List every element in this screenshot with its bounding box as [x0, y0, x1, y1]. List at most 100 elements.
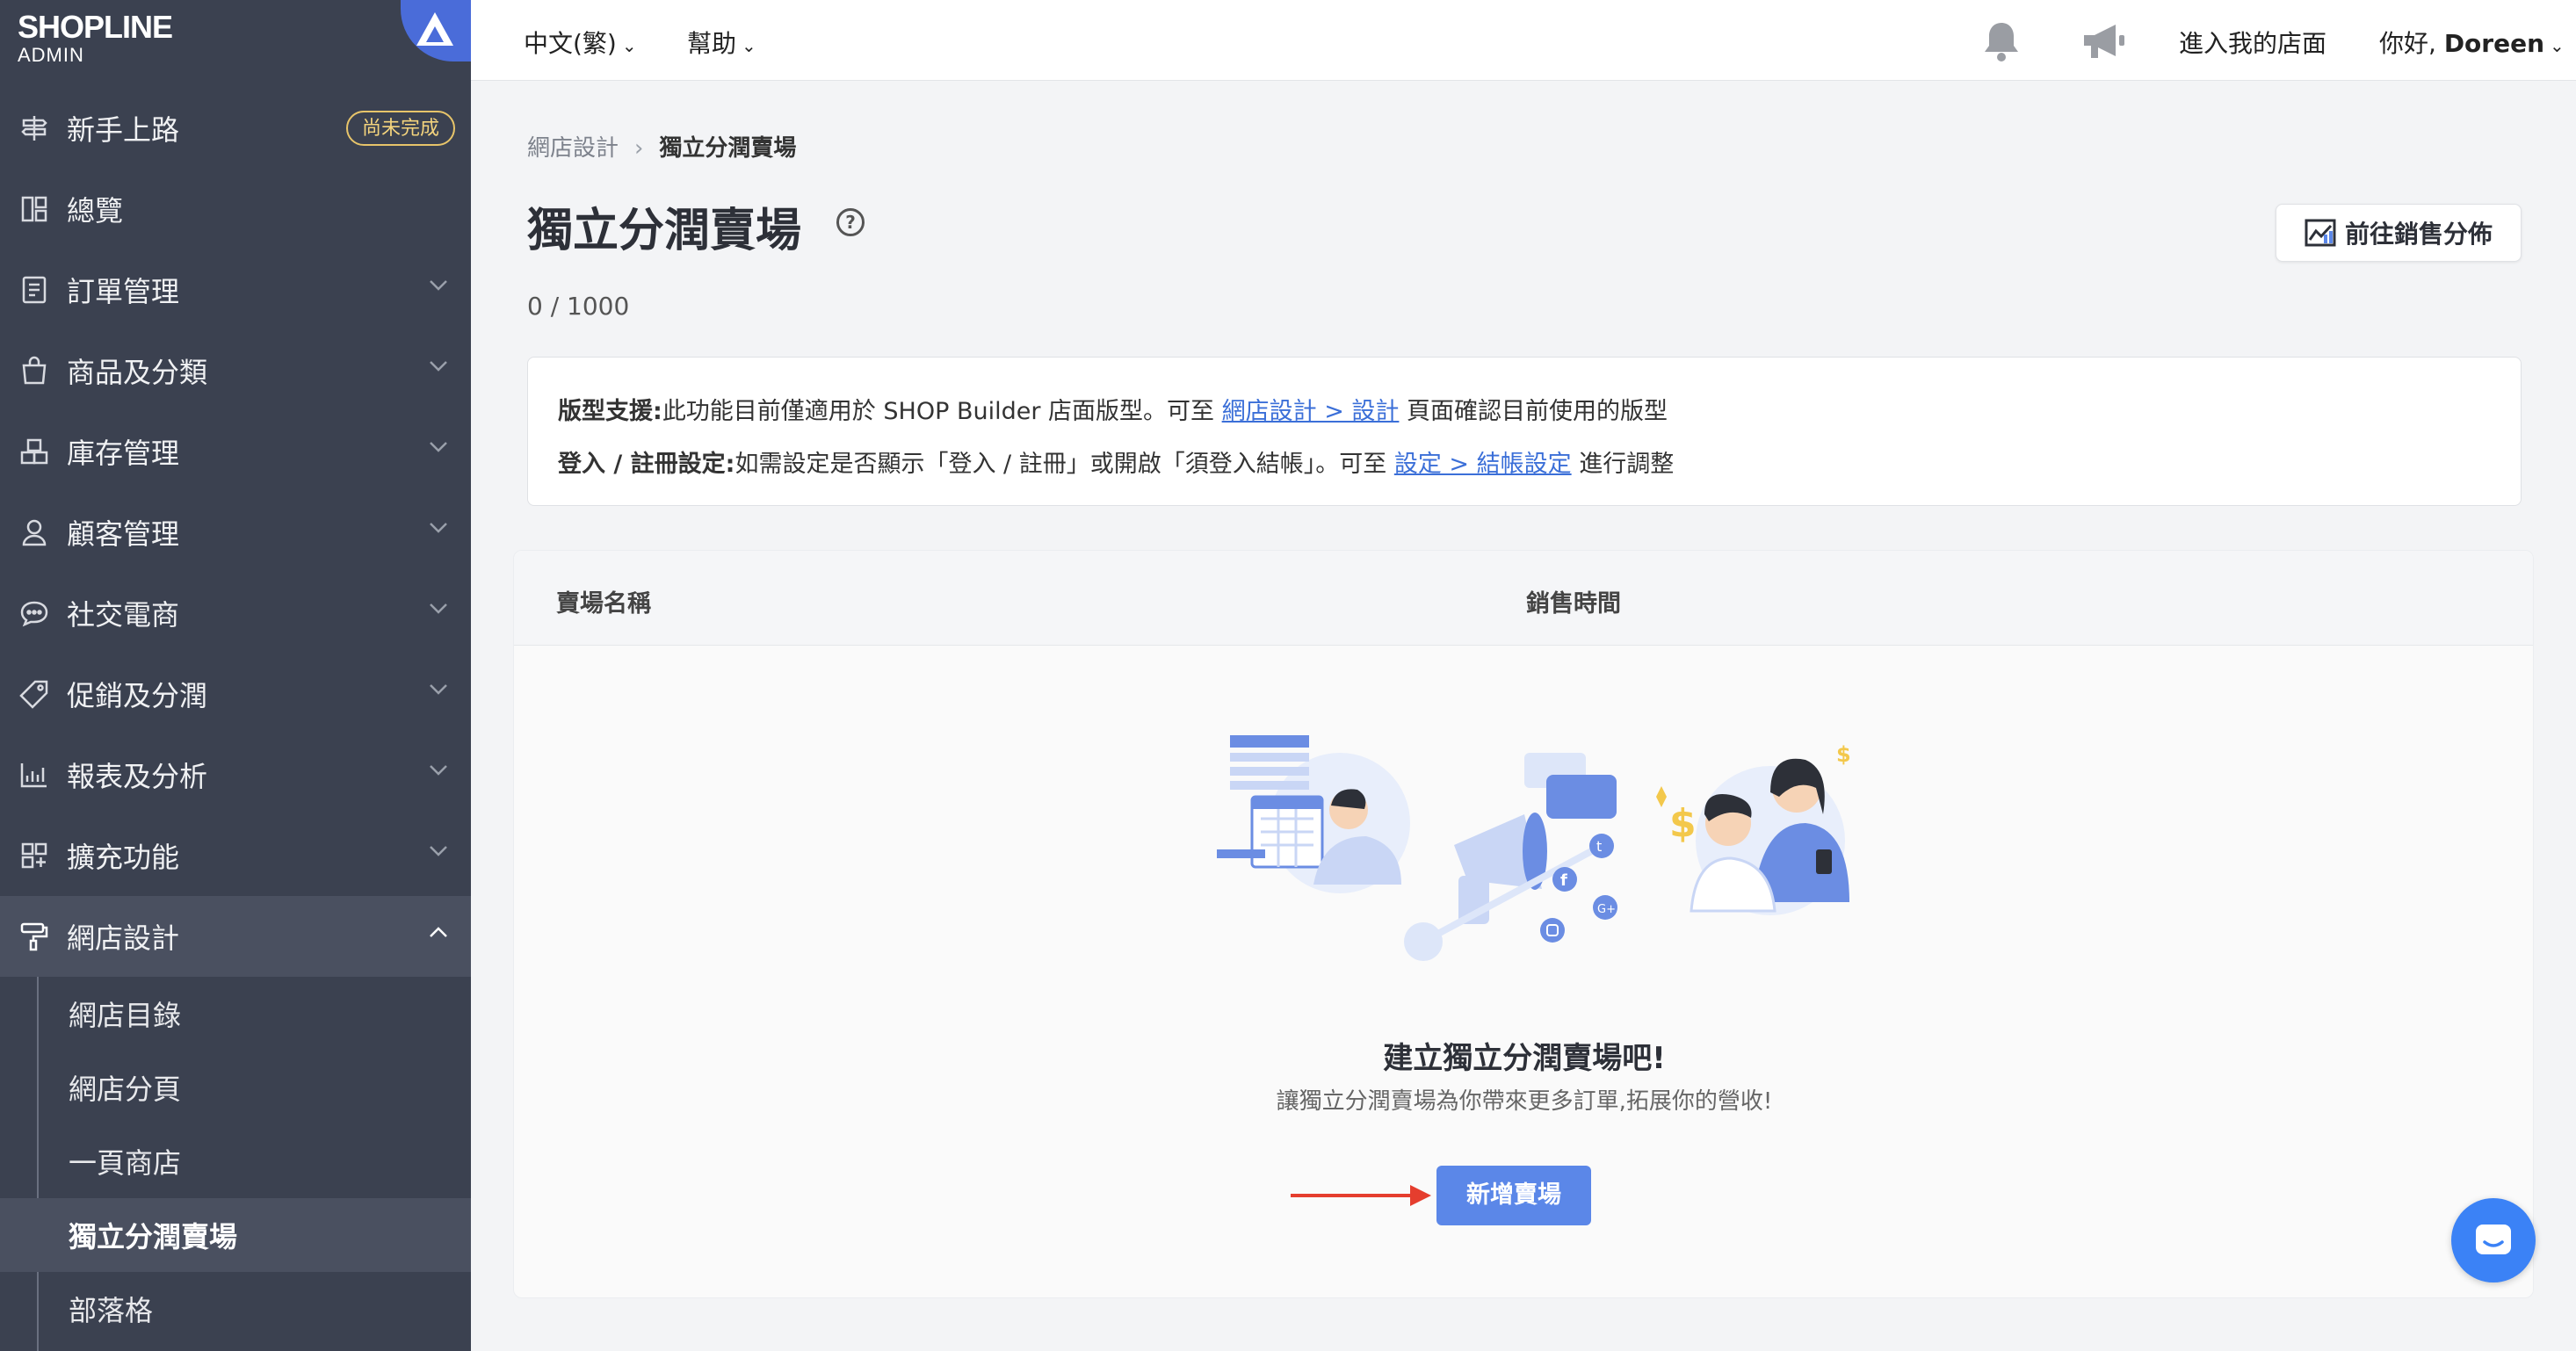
megaphone-icon[interactable] [2079, 19, 2128, 67]
red-arrow-annotation [1291, 1185, 1431, 1206]
sidebar-item-getting-started[interactable]: 新手上路 尚未完成 [0, 88, 471, 169]
chat-bubble-icon [18, 596, 51, 630]
help-circle-icon[interactable]: ? [836, 208, 865, 236]
page-title: 獨立分潤賣場 [527, 205, 802, 257]
live-chat-button[interactable] [2451, 1198, 2536, 1282]
chevron-down-icon [430, 361, 447, 372]
apps-icon [18, 839, 51, 872]
sidebar-item-label: 商品及分類 [67, 356, 208, 389]
sidebar-subitem-one-page-store[interactable]: 一頁商店 [0, 1124, 471, 1198]
breadcrumb: 網店設計 › 獨立分潤賣場 [527, 130, 796, 163]
sidebar-submenu: 網店目錄 網店分頁 一頁商店 獨立分潤賣場 部落格 [0, 977, 471, 1351]
dashboard-icon [18, 192, 51, 226]
empty-state-subtitle: 讓獨立分潤賣場為你帶來更多訂單,拓展你的營收! [1276, 1088, 1773, 1115]
design-settings-link[interactable]: 網店設計 > 設計 [1222, 398, 1400, 425]
sidebar-item-reports[interactable]: 報表及分析 [0, 734, 471, 815]
main-content: 網店設計 › 獨立分潤賣場 獨立分潤賣場 ? 0 / 1000 前往銷售分佈 版型支… [471, 81, 2576, 1351]
chevron-down-icon [430, 765, 447, 776]
sidebar-item-customers[interactable]: 顧客管理 [0, 492, 471, 573]
svg-text:$: $ [1669, 801, 1697, 846]
sidebar-item-social-commerce[interactable]: 社交電商 [0, 573, 471, 654]
help-dropdown[interactable]: 幫助 ⌄ [687, 25, 756, 60]
campaign-counter: 0 / 1000 [527, 292, 630, 321]
language-label: 中文(繁) [524, 29, 617, 58]
table-header: 賣場名稱 銷售時間 [514, 551, 2533, 646]
sidebar-subitem-store-catalog[interactable]: 網店目錄 [0, 977, 471, 1051]
sidebar-item-label: 促銷及分潤 [67, 679, 208, 712]
mountain-logo-icon [416, 12, 453, 46]
enter-store-link[interactable]: 進入我的店面 [2179, 25, 2326, 60]
sidebar-nav: 新手上路 尚未完成 總覽 訂單管理 商品及分類 庫存管理 顧客管理 社交電商 促… [0, 88, 471, 1351]
chevron-right-icon: › [634, 135, 644, 162]
sidebar-item-store-design[interactable]: 網店設計 [0, 896, 471, 977]
logo-text: SHOPLINE [18, 9, 173, 45]
column-header-name[interactable]: 賣場名稱 [556, 584, 651, 618]
campaign-table: 賣場名稱 銷售時間 t f G+ $ $ 建立獨立分潤賣場吧! 讓獨立分潤賣場為… [513, 550, 2534, 1298]
collapse-sidebar-button[interactable] [401, 0, 471, 61]
top-bar: 中文(繁) ⌄ 幫助 ⌄ 進入我的店面 你好, Doreen ⌄ [471, 0, 2576, 81]
sidebar-item-label: 新手上路 [67, 113, 180, 147]
sidebar-item-inventory[interactable]: 庫存管理 [0, 411, 471, 492]
language-dropdown[interactable]: 中文(繁) ⌄ [524, 25, 637, 60]
chat-icon [2476, 1225, 2511, 1254]
svg-text:f: f [1560, 871, 1567, 890]
chevron-down-icon: ⌄ [2550, 35, 2565, 56]
chevron-down-icon [430, 280, 447, 291]
sidebar-item-orders[interactable]: 訂單管理 [0, 249, 471, 330]
info-text: 如需設定是否顯示「登入 / 註冊」或開啟「須登入結帳」。可至 [734, 451, 1387, 478]
order-icon [18, 273, 51, 307]
chevron-down-icon [430, 442, 447, 452]
customer-icon [18, 516, 51, 549]
chart-icon [18, 758, 51, 791]
sidebar-item-products[interactable]: 商品及分類 [0, 330, 471, 411]
chevron-down-icon: ⌄ [742, 35, 756, 56]
breadcrumb-current: 獨立分潤賣場 [659, 135, 797, 162]
svg-text:t: t [1596, 838, 1602, 855]
sidebar-item-overview[interactable]: 總覽 [0, 169, 471, 249]
help-label: 幫助 [687, 29, 737, 58]
sidebar: SHOPLINE ADMIN 新手上路 尚未完成 總覽 訂單管理 商品及分類 庫… [0, 0, 471, 1351]
sidebar-item-label: 網店設計 [67, 921, 180, 955]
user-menu[interactable]: 你好, Doreen ⌄ [2379, 25, 2565, 60]
breadcrumb-parent[interactable]: 網店設計 [527, 135, 619, 162]
chevron-up-icon [430, 927, 447, 937]
sidebar-item-label: 擴充功能 [67, 841, 180, 874]
sales-distribution-button[interactable]: 前往銷售分佈 [2276, 204, 2522, 262]
sidebar-item-label: 訂單管理 [67, 275, 180, 308]
add-campaign-button[interactable]: 新增賣場 [1436, 1166, 1591, 1225]
logo-subtitle: ADMIN [18, 44, 84, 66]
sales-distribution-label: 前往銷售分佈 [2344, 220, 2493, 249]
sales-chart-icon [2305, 219, 2336, 247]
info-label: 登入 / 註冊設定: [558, 451, 735, 478]
chevron-down-icon: ⌄ [621, 35, 637, 56]
sidebar-item-label: 報表及分析 [67, 760, 208, 793]
column-header-time[interactable]: 銷售時間 [1526, 584, 1621, 618]
checkout-settings-link[interactable]: 設定 > 結帳設定 [1394, 451, 1572, 478]
paint-roller-icon [18, 920, 51, 953]
chevron-down-icon [430, 846, 447, 856]
sidebar-subitem-affiliate-campaign[interactable]: 獨立分潤賣場 [0, 1198, 471, 1272]
sidebar-item-label: 總覽 [67, 194, 124, 228]
info-label: 版型支援: [558, 398, 662, 425]
inventory-icon [18, 435, 51, 468]
info-text: 此功能目前僅適用於 SHOP Builder 店面版型。可至 [662, 398, 1215, 425]
status-badge: 尚未完成 [345, 111, 455, 146]
greeting-label: 你好, [2379, 29, 2436, 58]
tag-icon [18, 677, 51, 711]
sidebar-item-label: 顧客管理 [67, 517, 180, 551]
sidebar-subitem-blog[interactable]: 部落格 [0, 1272, 471, 1346]
logo[interactable]: SHOPLINE ADMIN [0, 0, 471, 79]
sidebar-item-promotions[interactable]: 促銷及分潤 [0, 654, 471, 734]
sidebar-item-label: 社交電商 [67, 598, 180, 632]
bag-icon [18, 354, 51, 387]
sidebar-item-extensions[interactable]: 擴充功能 [0, 815, 471, 896]
user-name: Doreen [2443, 29, 2545, 58]
bell-icon[interactable] [1980, 19, 2022, 67]
chevron-down-icon [430, 603, 447, 614]
sidebar-subitem-store-pages[interactable]: 網店分頁 [0, 1051, 471, 1124]
empty-state-title: 建立獨立分潤賣場吧! [1383, 1041, 1666, 1076]
info-line-login: 登入 / 註冊設定:如需設定是否顯示「登入 / 註冊」或開啟「須登入結帳」。可至… [558, 438, 2491, 491]
info-text: 頁面確認目前使用的版型 [1407, 398, 1668, 425]
info-line-template: 版型支援:此功能目前僅適用於 SHOP Builder 店面版型。可至 網店設計… [558, 386, 2491, 438]
info-text: 進行調整 [1579, 451, 1675, 478]
